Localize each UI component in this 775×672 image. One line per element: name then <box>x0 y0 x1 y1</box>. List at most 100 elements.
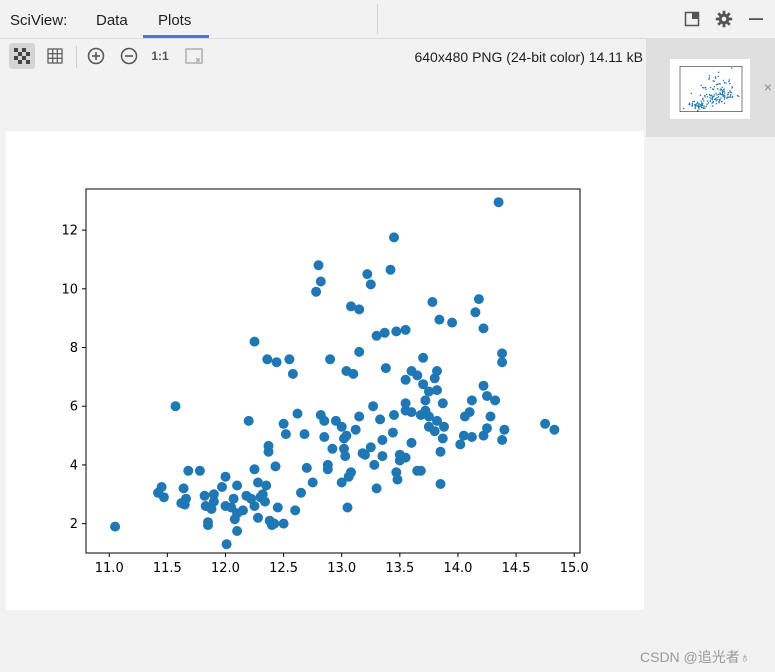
fit-window-icon[interactable] <box>181 43 207 69</box>
data-point <box>342 502 353 513</box>
data-point <box>429 426 440 437</box>
thumbnail-point <box>688 102 691 105</box>
thumbnail-point <box>699 94 702 96</box>
tab-plots[interactable]: Plots <box>158 12 191 29</box>
thumbnail-point <box>728 79 731 81</box>
thumbnail-point <box>727 96 730 98</box>
data-point <box>389 410 399 420</box>
thumbnail-point <box>713 85 716 88</box>
data-point <box>194 465 205 476</box>
data-point <box>280 429 291 440</box>
data-point <box>377 451 388 462</box>
data-point <box>490 395 501 406</box>
data-point <box>261 480 272 491</box>
thumbnail-point <box>702 98 704 100</box>
close-icon[interactable]: × <box>764 79 772 95</box>
thumbnail-point <box>720 97 722 99</box>
data-point <box>478 380 489 391</box>
thumbnail-point <box>716 94 718 96</box>
app-title: SciView: <box>10 12 68 29</box>
checker-background-icon[interactable] <box>9 43 35 69</box>
data-point <box>336 421 347 432</box>
actual-size-button[interactable]: 1:1 <box>147 43 173 69</box>
thumbnail-point <box>717 93 720 96</box>
data-point <box>327 443 338 454</box>
zoom-in-icon[interactable] <box>83 43 109 69</box>
data-point <box>311 286 322 297</box>
gear-icon[interactable] <box>715 10 733 28</box>
y-tick-label: 4 <box>70 458 78 473</box>
data-point <box>499 424 510 435</box>
data-point <box>287 368 298 379</box>
thumbnail-point <box>715 102 718 105</box>
thumbnail-point <box>729 82 731 85</box>
data-point <box>156 482 167 492</box>
zoom-out-icon[interactable] <box>116 43 142 69</box>
data-point <box>385 264 396 275</box>
data-point <box>278 518 289 529</box>
thumbnail-point <box>708 77 711 79</box>
thumbnail-point <box>716 98 718 101</box>
data-point <box>322 464 333 475</box>
thumbnail-point <box>716 96 718 99</box>
thumbnail-point <box>696 102 698 105</box>
data-point <box>199 490 210 501</box>
data-point <box>392 474 403 485</box>
data-point <box>377 435 388 445</box>
data-point <box>249 464 260 475</box>
thumbnail-point <box>698 108 700 110</box>
plot-canvas: 11.0 11.5 12.0 12.5 13.0 13.5 14.0 14.5 15.0 2 4 6 8… <box>6 131 644 610</box>
thumbnail-point <box>713 80 716 83</box>
data-point <box>237 505 248 516</box>
x-tick-label: 11.0 <box>95 561 124 576</box>
data-point <box>340 451 351 462</box>
thumbnail-point <box>712 88 715 91</box>
thumbnail-point <box>723 90 725 93</box>
data-point <box>497 435 508 445</box>
tab-data[interactable]: Data <box>96 12 128 29</box>
thumbnail-point <box>704 107 706 109</box>
thumbnail-point <box>724 95 726 97</box>
data-point <box>493 197 504 208</box>
data-point <box>301 462 312 473</box>
thumbnail-point <box>713 93 716 96</box>
thumbnail-point <box>705 93 708 96</box>
data-point <box>319 415 330 426</box>
thumbnail-point <box>719 83 721 85</box>
thumbnail-point <box>727 93 729 95</box>
data-point <box>284 354 295 365</box>
data-point <box>348 368 359 379</box>
thumbnail-point <box>709 86 712 89</box>
thumbnail-point <box>705 105 708 108</box>
data-point <box>400 374 411 385</box>
grid-icon[interactable] <box>42 43 68 69</box>
thumbnail-point <box>705 88 707 91</box>
data-point <box>325 354 336 365</box>
y-tick-label: 6 <box>70 400 78 415</box>
data-point <box>379 327 390 338</box>
thumbnail-point <box>709 100 712 103</box>
thumbnail-point <box>707 102 710 104</box>
data-point <box>365 442 376 453</box>
data-point <box>354 411 365 422</box>
thumbnail-point <box>716 83 719 85</box>
data-point <box>540 418 551 429</box>
data-point <box>362 269 373 280</box>
thumbnail-point <box>716 87 719 90</box>
thumbnail-point <box>718 101 720 104</box>
data-point <box>391 326 402 337</box>
data-point <box>470 307 481 318</box>
plot-thumbnail[interactable] <box>670 59 750 119</box>
plot-toolbar: 1:1 640x480 PNG (24-bit color) 14.11 kB <box>0 39 645 73</box>
data-point <box>346 467 356 478</box>
data-point <box>455 439 466 450</box>
minimize-icon[interactable] <box>747 10 765 28</box>
thumbnail-point <box>706 100 709 102</box>
thumbnail-point <box>730 93 732 96</box>
dock-layout-icon[interactable] <box>683 10 701 28</box>
data-point <box>380 363 391 374</box>
data-point <box>350 424 361 435</box>
y-tick-label: 12 <box>61 224 78 239</box>
thumbnail-point <box>704 94 706 97</box>
data-point <box>406 437 417 448</box>
